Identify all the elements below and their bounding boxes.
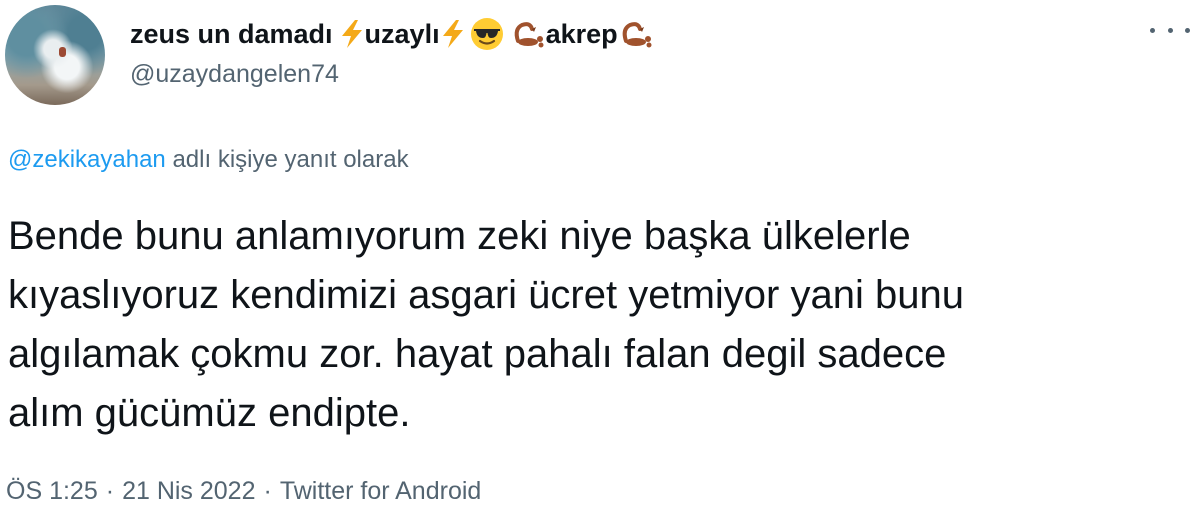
- more-dot-icon: [1167, 27, 1173, 33]
- tweet-text-line: kıyaslıyoruz kendimizi asgari ücret yetm…: [8, 273, 964, 317]
- display-name-row[interactable]: zeus un damadı uzaylı akrep: [130, 14, 654, 54]
- display-name-part2: uzaylı: [364, 18, 440, 49]
- tweet-meta: ÖS 1:25 · 21 Nis 2022 · Twitter for Android: [6, 477, 481, 506]
- avatar[interactable]: [5, 5, 105, 105]
- user-handle[interactable]: @uzaydangelen74: [130, 60, 339, 89]
- meta-separator: ·: [105, 477, 115, 505]
- tweet-card: zeus un damadı uzaylı akrep @uzaydangele…: [0, 0, 1200, 522]
- more-dot-icon: [1150, 27, 1155, 33]
- display-name-part3: akrep: [545, 18, 618, 49]
- tweet-time[interactable]: ÖS 1:25: [6, 477, 98, 505]
- tweet-text: Bende bunu anlamıyorum zeki niye başka ü…: [8, 207, 1188, 443]
- tweet-text-line: alım gücümüz endipte.: [8, 391, 411, 435]
- lightning-emoji-icon: [341, 20, 362, 48]
- display-name[interactable]: zeus un damadı uzaylı akrep: [130, 17, 654, 51]
- tweet-text-line: Bende bunu anlamıyorum zeki niye başka ü…: [8, 214, 911, 258]
- avatar-figure: [59, 47, 66, 57]
- lightning-emoji-icon: [442, 20, 463, 48]
- more-dot-icon: [1185, 27, 1190, 33]
- sunglasses-emoji-icon: [470, 18, 503, 50]
- scorpion-emoji-icon: [622, 22, 652, 48]
- tweet-date[interactable]: 21 Nis 2022: [122, 477, 255, 505]
- tweet-source[interactable]: Twitter for Android: [280, 477, 481, 505]
- display-name-part1: zeus un damadı: [130, 18, 333, 49]
- more-options-button[interactable]: [1150, 20, 1190, 40]
- tweet-text-line: algılamak çokmu zor. hayat pahalı falan …: [8, 332, 947, 376]
- meta-separator: ·: [263, 477, 272, 505]
- replying-to: @zekikayahan adlı kişiye yanıt olarak: [8, 146, 409, 174]
- reply-suffix: adlı kişiye yanıt olarak: [172, 146, 409, 173]
- reply-mention-link[interactable]: @zekikayahan: [8, 146, 166, 173]
- scorpion-emoji-icon: [514, 22, 544, 48]
